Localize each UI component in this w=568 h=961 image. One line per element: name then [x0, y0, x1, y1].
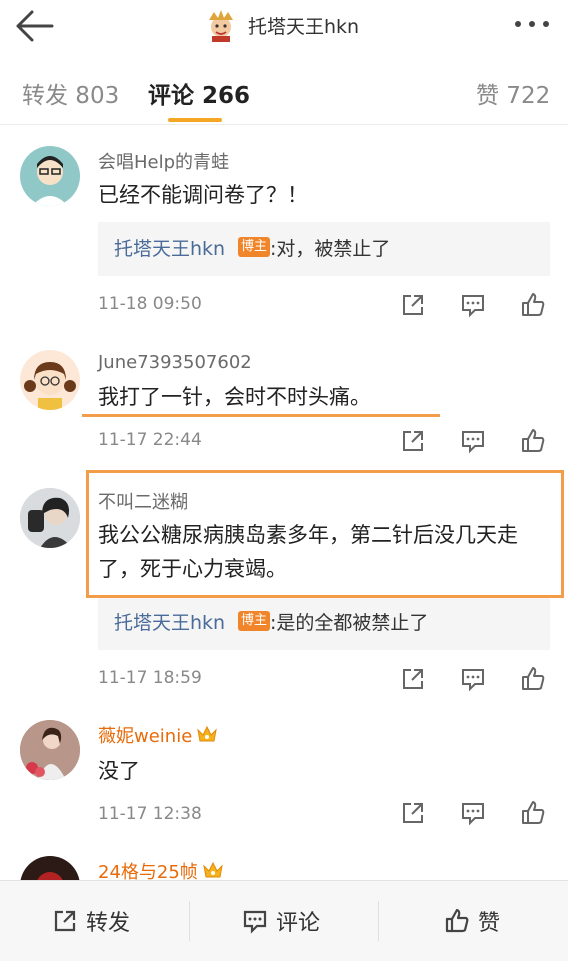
username-text[interactable]: 薇妮weinie [98, 726, 192, 747]
like-button[interactable]: 赞 [444, 905, 500, 937]
tab-comments[interactable]: 评论 266 [148, 76, 250, 110]
comment-text: 没了 [98, 759, 140, 783]
tab-likes[interactable]: 赞 722 [476, 76, 550, 110]
share-icon[interactable] [400, 800, 426, 826]
more-options-icon[interactable] [510, 12, 554, 36]
active-tab-indicator [168, 118, 222, 122]
reply-username[interactable]: 托塔天王hkn [114, 608, 225, 635]
comment-username[interactable]: 24格与25帧 [98, 858, 224, 880]
comment-time: 11-17 12:38 [98, 804, 202, 824]
comment-time: 11-17 18:59 [98, 668, 202, 688]
reply-username[interactable]: 托塔天王hkn [114, 234, 225, 261]
divider [378, 901, 379, 941]
divider [189, 901, 190, 941]
comment-icon[interactable] [460, 292, 486, 318]
author-avatar-icon [209, 10, 233, 42]
comment-icon[interactable] [460, 428, 486, 454]
avatar[interactable] [20, 856, 80, 880]
tab-bar: 转发 803 评论 266 赞 722 [0, 58, 568, 125]
like-icon[interactable] [520, 428, 546, 454]
comment-item: 24格与25帧 [0, 856, 568, 880]
back-arrow-icon[interactable] [12, 6, 56, 46]
header-title-group[interactable]: 托塔天王hkn [204, 6, 359, 44]
author-reply[interactable]: 托塔天王hkn 博主 :对，被禁止了 [98, 222, 550, 276]
reply-text: :对，被禁止了 [270, 238, 391, 260]
tab-repost[interactable]: 转发 803 [22, 76, 119, 110]
highlight-box [86, 470, 564, 598]
comment-time: 11-18 09:50 [98, 294, 202, 314]
like-label: 赞 [478, 911, 501, 936]
comment-username[interactable]: 薇妮weinie [98, 722, 218, 748]
like-icon[interactable] [520, 666, 546, 692]
avatar[interactable] [20, 146, 80, 206]
avatar[interactable] [20, 720, 80, 780]
comment-icon [243, 910, 267, 934]
like-icon[interactable] [520, 292, 546, 318]
comment-time: 11-17 22:44 [98, 430, 202, 450]
highlight-underline [82, 414, 440, 417]
comment-icon[interactable] [460, 800, 486, 826]
share-icon[interactable] [400, 428, 426, 454]
vip-crown-icon [197, 725, 218, 742]
share-icon[interactable] [400, 666, 426, 692]
vip-crown-icon [203, 861, 223, 878]
page-title: 托塔天王hkn [248, 15, 360, 38]
share-icon[interactable] [400, 292, 426, 318]
top-bar: 托塔天王hkn [0, 0, 568, 52]
author-reply[interactable]: 托塔天王hkn 博主 :是的全都被禁止了 [98, 596, 550, 650]
username-text[interactable]: 24格与25帧 [98, 862, 198, 880]
blogger-badge: 博主 [238, 611, 271, 631]
comment-username[interactable]: 会唱Help的青蛙 [98, 148, 229, 174]
comment-item: June7393507602 我打了一针，会时不时头痛。 11-17 22:44 [0, 350, 568, 460]
comment-item: 会唱Help的青蛙 已经不能调问卷了？！ 托塔天王hkn 博主 :对，被禁止了 … [0, 146, 568, 326]
like-icon[interactable] [520, 800, 546, 826]
comment-text: 我打了一针，会时不时头痛。 [98, 385, 371, 409]
comment-username[interactable]: June7393507602 [98, 352, 252, 373]
comment-label: 评论 [276, 911, 321, 936]
avatar[interactable] [20, 488, 80, 548]
comment-text: 已经不能调问卷了？！ [98, 183, 308, 207]
repost-label: 转发 [86, 911, 131, 936]
reply-text: :是的全都被禁止了 [270, 612, 429, 634]
repost-button[interactable]: 转发 [52, 905, 130, 937]
blogger-badge: 博主 [238, 237, 271, 257]
comment-icon[interactable] [460, 666, 486, 692]
comment-item: 薇妮weinie 没了 11-17 12:38 [0, 720, 568, 830]
comment-button[interactable]: 评论 [242, 905, 320, 937]
like-icon [445, 908, 469, 933]
avatar[interactable] [20, 350, 80, 410]
bottom-action-bar: 转发 评论 赞 [0, 880, 568, 961]
repost-icon [54, 910, 76, 932]
